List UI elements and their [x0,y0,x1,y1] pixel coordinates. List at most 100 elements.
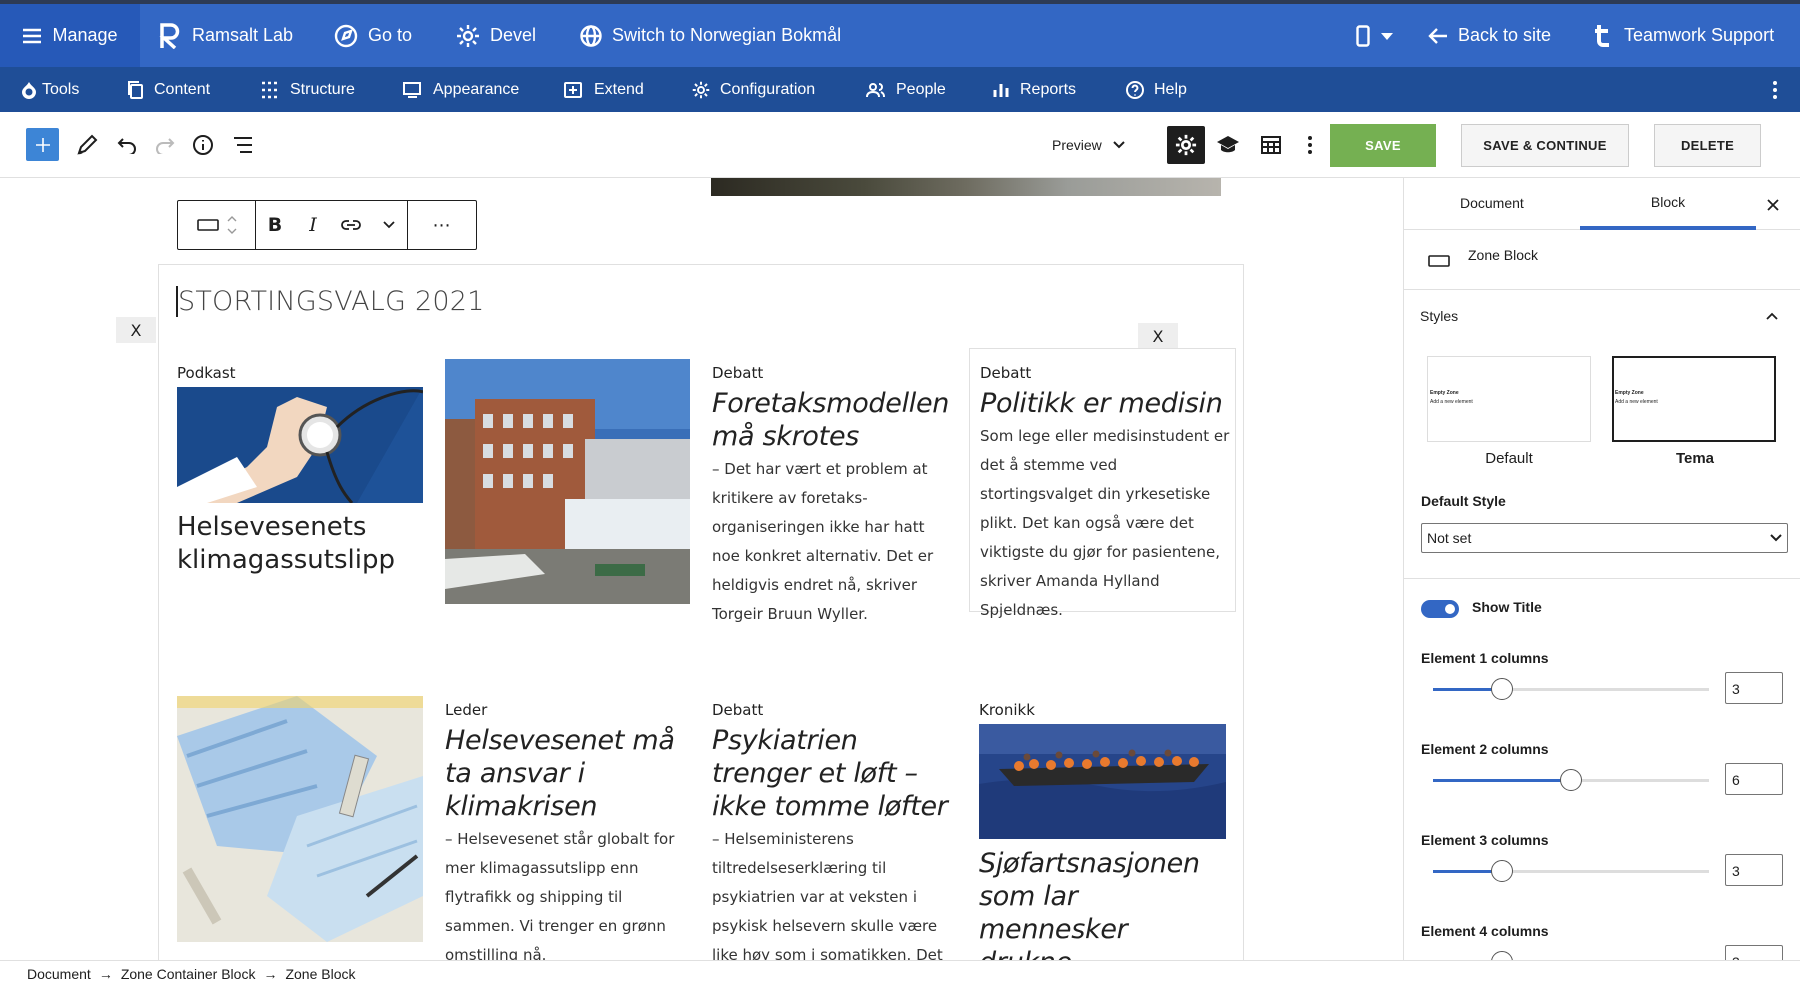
link-icon [341,220,361,230]
column-slider[interactable] [1433,678,1709,700]
save-button[interactable]: SAVE [1330,124,1436,167]
bold-button[interactable]: B [256,201,294,249]
article-card[interactable]: Debatt Psykiatrien trenger et løft – ikk… [712,701,962,960]
more-formats-button[interactable] [370,201,408,249]
style-default-preview[interactable]: Empty Zone Add a new element [1427,356,1591,442]
back-to-site-link[interactable]: Back to site [1428,4,1551,67]
menu-help[interactable]: Help [1126,67,1187,112]
phone-icon [1356,24,1370,47]
undo-button[interactable] [114,132,140,158]
add-block-button[interactable] [26,128,59,161]
help-icon [1126,80,1144,99]
list-view-icon [234,137,252,153]
default-style-select[interactable]: Not set [1421,523,1788,553]
slider-thumb[interactable] [1491,951,1513,960]
menu-icon [23,28,42,43]
card-headline[interactable]: Politikk er medisin [980,387,1230,420]
menu-appearance[interactable]: Appearance [403,67,519,112]
editor-toolbar: Preview SAVE SAVE & CONTINUE DELETE [0,112,1800,178]
preview-title: Empty Zone [1615,390,1644,396]
link-button[interactable] [332,201,370,249]
default-style-value: Not set [1427,530,1472,546]
menu-people[interactable]: People [866,67,946,112]
slider-thumb[interactable] [1491,678,1513,700]
manage-button[interactable]: Manage [0,4,140,67]
support-link[interactable]: Teamwork Support [1594,4,1774,67]
devel-link[interactable]: Devel [456,4,536,67]
italic-button[interactable]: I [294,201,332,249]
card-headline[interactable]: Psykiatrien trenger et løft – ikke tomme… [712,724,962,823]
preview-dropdown[interactable]: Preview [1052,132,1126,158]
language-switch[interactable]: Switch to Norwegian Bokmål [580,4,841,67]
block-manager-button[interactable] [1258,132,1284,158]
breadcrumb-document[interactable]: Document [27,966,91,982]
menu-configuration[interactable]: Configuration [692,67,815,112]
article-card[interactable]: Kronikk Sjøfartsnasjonen som lar mennesk… [979,701,1226,960]
tab-block[interactable]: Block [1580,178,1756,230]
breadcrumb-arrow-icon: → [98,966,113,982]
article-card[interactable] [445,359,690,604]
column-slider[interactable] [1433,769,1709,791]
drupal-drop-icon [22,81,36,99]
slider-label: Element 1 columns [1421,650,1549,666]
column-number-input[interactable]: 3 [1725,672,1783,704]
article-card[interactable]: Debatt Politikk er medisin Som lege elle… [980,364,1230,625]
close-sidebar-button[interactable] [1762,194,1784,216]
menu-reports[interactable]: Reports [992,67,1076,112]
toggle-knob [1445,604,1455,614]
menu-content[interactable]: Content [126,67,210,112]
column-number-input[interactable]: 6 [1725,763,1783,795]
editor-options-button[interactable] [1300,132,1320,158]
preview-title: Empty Zone [1430,390,1459,396]
menu-structure[interactable]: Structure [260,67,355,112]
remove-element-button[interactable]: X [1138,323,1178,349]
outline-button[interactable] [230,132,256,158]
styles-panel-title[interactable]: Styles [1420,308,1458,324]
breadcrumb-zone-container[interactable]: Zone Container Block [121,966,256,982]
card-headline[interactable]: Foretaksmodellen må skrotes [712,387,957,453]
chevron-up-icon[interactable] [1765,311,1779,321]
goto-link[interactable]: Go to [334,4,412,67]
block-type-switcher[interactable] [178,201,256,249]
save-continue-button[interactable]: SAVE & CONTINUE [1461,124,1629,167]
card-lede: – Helseministerens tiltredelseserklæring… [712,830,943,960]
show-title-toggle[interactable] [1421,600,1459,618]
column-slider[interactable] [1433,860,1709,882]
slider-label: Element 2 columns [1421,741,1549,757]
style-tema-preview[interactable]: Empty Zone Add a new element [1612,356,1776,442]
medical-masks-image [177,696,423,942]
card-headline[interactable]: Sjøfartsnasjonen som lar mennesker drukn… [979,847,1226,960]
tutorial-button[interactable] [1214,132,1242,158]
delete-button[interactable]: DELETE [1654,124,1761,167]
menu-extend[interactable]: Extend [564,67,644,112]
tools-button[interactable] [74,132,100,158]
menu-extend-label: Extend [594,80,644,98]
article-card[interactable] [177,696,423,942]
redo-button[interactable] [152,132,178,158]
slider-thumb[interactable] [1491,860,1513,882]
style-tema-label: Tema [1675,450,1715,467]
breadcrumb-zone-block[interactable]: Zone Block [285,966,355,982]
slider-thumb[interactable] [1560,769,1582,791]
block-options-button[interactable]: ⋯ [408,201,476,249]
device-preview-toggle[interactable] [1356,4,1394,67]
menu-tools[interactable]: Tools [20,67,79,112]
settings-button[interactable] [1167,126,1205,164]
site-link[interactable]: Ramsalt Lab [158,4,293,67]
remove-zone-button[interactable]: X [116,317,156,343]
column-number-input[interactable]: 3 [1725,945,1783,960]
zone-title[interactable]: STORTINGSVALG 2021 [176,286,484,317]
article-card[interactable]: Debatt Foretaksmodellen må skrotes – Det… [712,364,957,629]
move-arrows-icon[interactable] [227,214,237,236]
hospital-building-image [445,359,690,604]
tab-document[interactable]: Document [1460,195,1524,211]
migrant-boat-image [979,724,1226,839]
card-headline[interactable]: Helsevesenets klimagassutslipp [177,511,423,577]
article-card[interactable]: Leder Helsevesenet må ta ansvar i klimak… [445,701,695,960]
admin-menu-more[interactable] [1772,67,1778,112]
article-card[interactable]: Podkast Helsevesenets klimagassutslipp [177,364,423,577]
column-number-input[interactable]: 3 [1725,854,1783,886]
podcast-stethoscope-image [177,387,423,503]
card-headline[interactable]: Helsevesenet må ta ansvar i klimakrisen [445,724,695,823]
info-button[interactable] [190,132,216,158]
